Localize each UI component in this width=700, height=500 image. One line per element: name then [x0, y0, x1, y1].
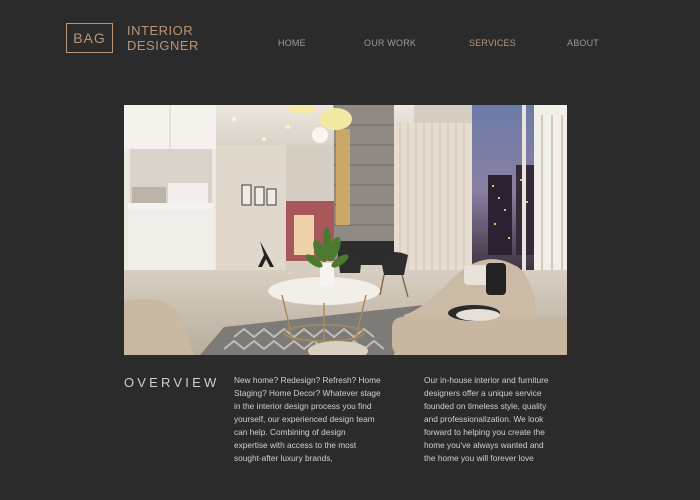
paragraph-1-line: sought-after luxury brands,: [234, 453, 333, 463]
paragraph-2-line: designers offer a unique service: [424, 388, 542, 398]
paragraph-2-line: the home you will forever love: [424, 453, 534, 463]
paragraph-1-line: can help. Combining of design: [234, 427, 346, 437]
site-header: BAG INTERIOR DESIGNER HOME OUR WORK SERV…: [0, 0, 700, 80]
paragraph-2-line: home you've always wanted and: [424, 440, 544, 450]
paragraph-1-line: expertise with access to the most: [234, 440, 357, 450]
paragraph-2-line: and professionalization. We look: [424, 414, 544, 424]
paragraph-1-line: Staging? Home Decor? Whatever stage: [234, 388, 381, 398]
living-room-illustration: [124, 105, 567, 355]
overview-paragraph-2: Our in-house interior and furniture desi…: [424, 374, 574, 465]
brand-line-1: INTERIOR: [127, 23, 194, 38]
paragraph-2-line: founded on timeless style, quality: [424, 401, 547, 411]
nav-home[interactable]: HOME: [278, 38, 306, 48]
paragraph-1-line: yourself, our experienced design team: [234, 414, 375, 424]
paragraph-1-line: New home? Redesign? Refresh? Home: [234, 375, 381, 385]
overview-heading: OVERVIEW: [124, 375, 220, 390]
hero-image-living-room: [124, 105, 567, 355]
paragraph-2-line: Our in-house interior and furniture: [424, 375, 549, 385]
nav-services[interactable]: SERVICES: [469, 38, 516, 48]
nav-our-work[interactable]: OUR WORK: [364, 38, 416, 48]
nav-about[interactable]: ABOUT: [567, 38, 599, 48]
paragraph-1-line: in the interior design process you find: [234, 401, 372, 411]
overview-paragraph-1: New home? Redesign? Refresh? Home Stagin…: [234, 374, 404, 465]
paragraph-2-line: forward to helping you create the: [424, 427, 545, 437]
main-nav: HOME OUR WORK SERVICES ABOUT: [0, 38, 700, 50]
